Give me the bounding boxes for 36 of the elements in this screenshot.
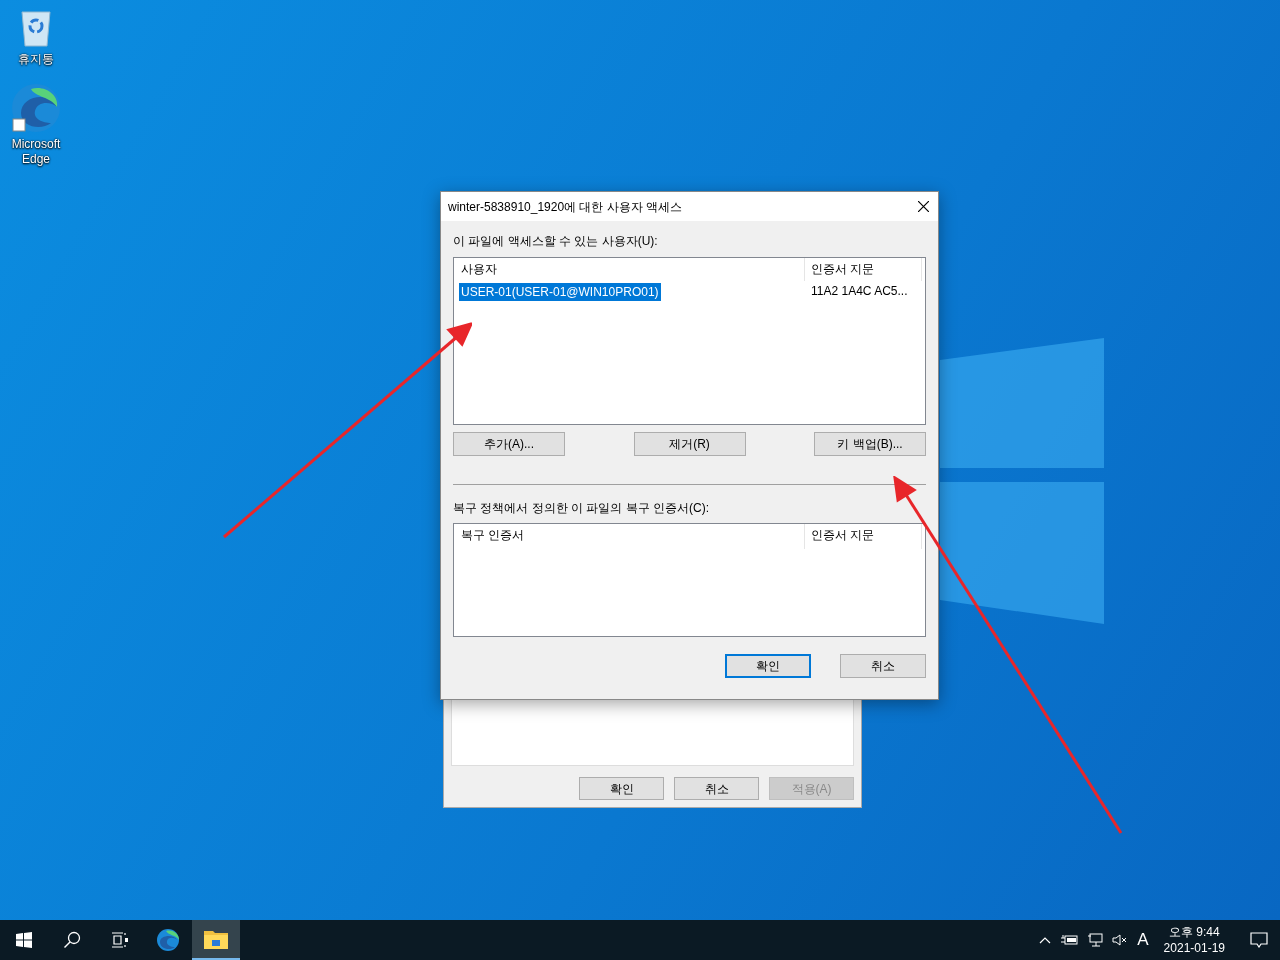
users-label: 이 파일에 액세스할 수 있는 사용자(U): (453, 233, 659, 249)
input-indicator[interactable]: A (1137, 927, 1149, 953)
edge-icon[interactable] (156, 928, 180, 952)
column-header[interactable]: 복구 인증서 (454, 524, 805, 549)
clock-date: 2021-01-19 (1163, 940, 1225, 956)
battery-icon[interactable] (1060, 934, 1079, 946)
dialog-button[interactable]: 확인 (579, 777, 664, 800)
task-view-icon[interactable] (111, 932, 129, 948)
chevron-up-icon[interactable] (1039, 936, 1052, 944)
edge-icon (11, 83, 61, 133)
dialog-button[interactable]: 제거(R) (633, 432, 746, 456)
column-header[interactable]: 사용자 (454, 258, 805, 281)
dialog-button[interactable]: 추가(A)... (453, 432, 565, 456)
dialog-button[interactable]: 키 백업(B)... (814, 432, 926, 456)
notification-icon[interactable] (1250, 932, 1268, 948)
recovery-label: 복구 정책에서 정의한 이 파일의 복구 인증서(C): (453, 500, 710, 516)
clock-time: 오후 9:44 (1168, 924, 1220, 940)
search-icon[interactable] (63, 931, 81, 949)
desktop-icon-label[interactable]: Microsoft Edge (4, 137, 68, 167)
users-list[interactable]: 사용자 인증서 지문 USER-01(USER-01@WIN10PRO01) 11A2 1A4C AC5... (453, 257, 926, 425)
speaker-muted-icon[interactable] (1112, 934, 1129, 946)
recovery-list[interactable]: 복구 인증서 인증서 지문 (453, 523, 926, 637)
network-icon[interactable] (1087, 933, 1104, 947)
thumbprint-cell-text: 11A2 1A4C AC5... (810, 283, 909, 300)
window-title: winter-5838910_1920에 대한 사용자 액세스 (448, 198, 683, 216)
dialog-button[interactable]: 취소 (840, 654, 926, 678)
windows-start-icon[interactable] (16, 932, 32, 948)
folder-icon[interactable] (204, 929, 228, 949)
close-icon (917, 201, 929, 212)
clock[interactable]: 오후 9:44 2021-01-19 (1157, 924, 1231, 956)
dialog-button[interactable]: 취소 (674, 777, 759, 800)
dialog-button[interactable]: 확인 (725, 654, 811, 678)
user-cell[interactable]: USER-01(USER-01@WIN10PRO01) (459, 283, 661, 301)
column-header[interactable]: 인증서 지문 (805, 258, 922, 281)
column-header[interactable]: 인증서 지문 (805, 524, 922, 549)
taskbar-button[interactable] (192, 920, 240, 960)
